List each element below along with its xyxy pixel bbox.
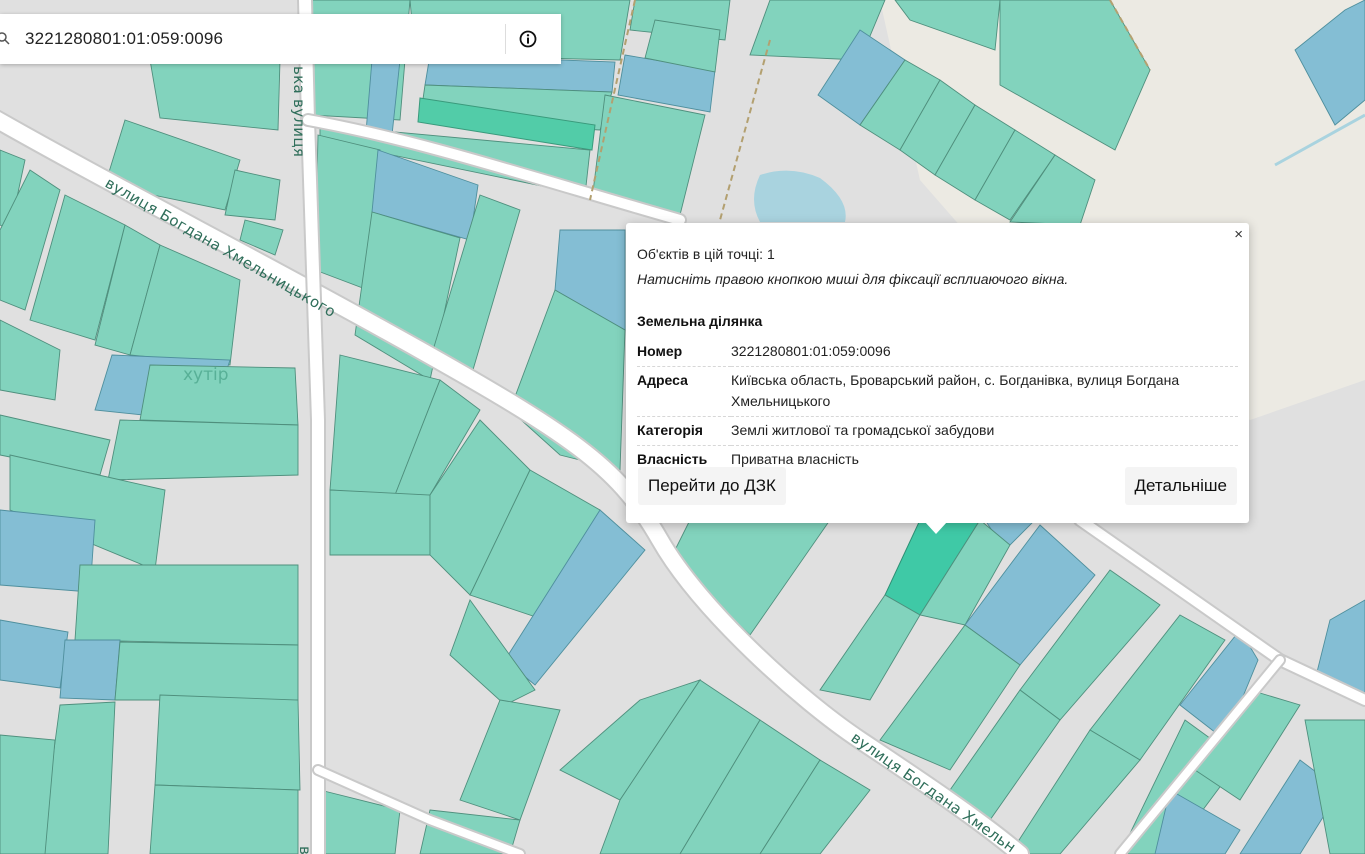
attribute-value: Київська область, Броварський район, с. … (731, 366, 1238, 417)
parcel[interactable] (224, 169, 281, 221)
attributes-table: Номер 3221280801:01:059:0096 Адреса Київ… (637, 338, 1238, 474)
close-icon[interactable]: × (1234, 227, 1243, 243)
attribute-key: Категорія (637, 416, 731, 446)
attribute-key: Адреса (637, 366, 731, 417)
parcel-info-popup[interactable]: × Об'єктів в цій точці: 1 Натисніть прав… (626, 223, 1249, 523)
parcel[interactable] (0, 319, 61, 401)
street-label-vertical-bottom: в (296, 846, 314, 854)
objects-count: Об'єктів в цій точці: 1 (637, 246, 775, 262)
search-divider (505, 24, 506, 54)
parcel[interactable] (154, 694, 301, 791)
pond (754, 170, 846, 222)
parcel[interactable] (0, 619, 69, 689)
parcel[interactable] (149, 59, 281, 131)
parcel[interactable] (329, 489, 431, 556)
parcel[interactable] (365, 59, 401, 136)
attribute-row-address: Адреса Київська область, Броварський рай… (637, 366, 1238, 417)
attribute-key: Номер (637, 338, 731, 367)
attribute-row-number: Номер 3221280801:01:059:0096 (637, 338, 1238, 367)
attribute-value: Землі житлової та громадської забудови (731, 416, 1238, 446)
section-title: Земельна ділянка (637, 313, 763, 329)
info-icon[interactable] (518, 29, 538, 49)
street-label-vertical: ька вулиця (290, 66, 308, 157)
go-to-dzk-button[interactable]: Перейти до ДЗК (638, 467, 786, 505)
popup-hint: Натисніть правою кнопкою миші для фіксац… (637, 271, 1069, 287)
parcel[interactable] (459, 699, 561, 821)
parcel[interactable] (74, 564, 299, 646)
search-icon[interactable] (0, 31, 10, 45)
attribute-row-category: Категорія Землі житлової та громадської … (637, 416, 1238, 446)
search-input[interactable]: 3221280801:01:059:0096 (25, 29, 223, 49)
parcel[interactable] (107, 419, 299, 481)
parcel[interactable] (819, 594, 921, 701)
parcel[interactable] (0, 734, 56, 854)
attribute-value: 3221280801:01:059:0096 (731, 338, 1238, 367)
details-button[interactable]: Детальніше (1124, 467, 1237, 505)
search-bar[interactable]: 3221280801:01:059:0096 (0, 14, 561, 64)
parcel[interactable] (114, 641, 299, 701)
parcel[interactable] (149, 784, 299, 854)
parcel[interactable] (59, 639, 121, 701)
place-label-khutir: хутір (183, 365, 229, 385)
popup-pointer (925, 522, 947, 534)
